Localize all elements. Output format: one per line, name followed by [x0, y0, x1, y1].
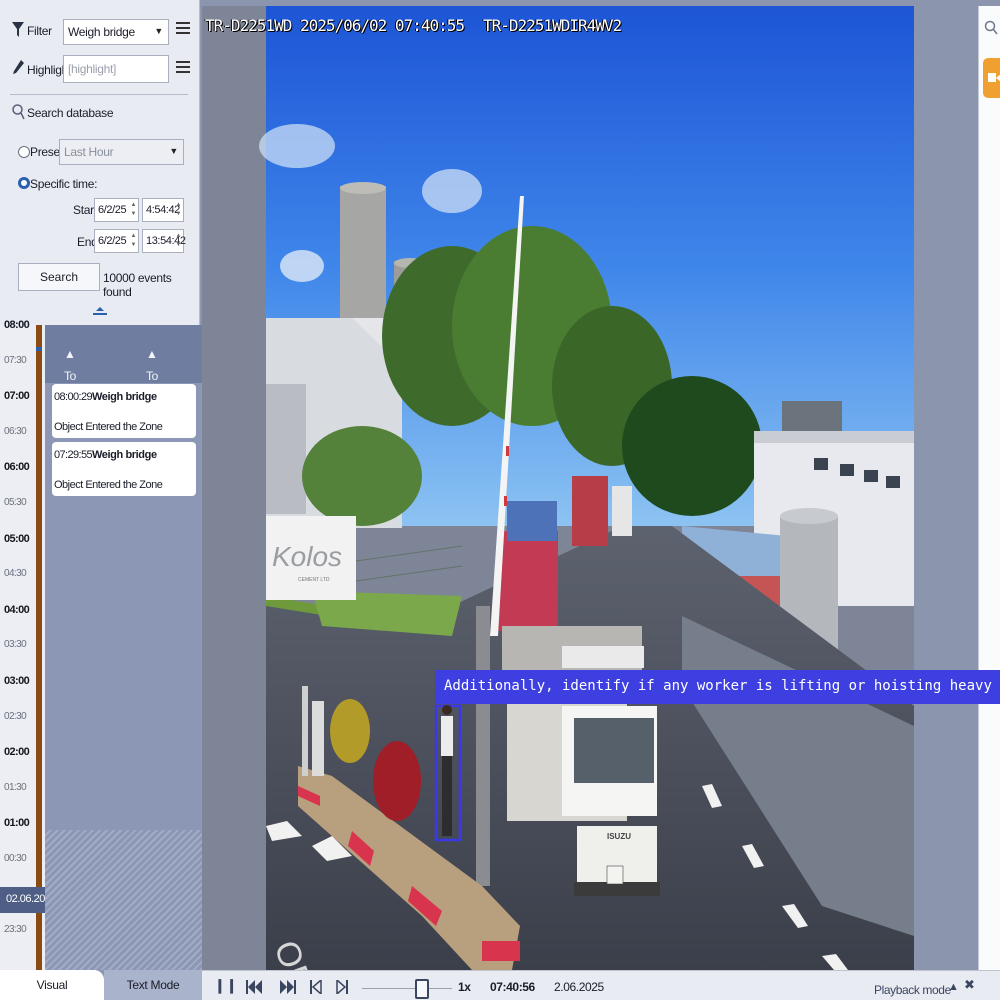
search-icon[interactable] — [984, 20, 998, 36]
highlight-input[interactable]: [highlight] — [63, 55, 169, 83]
pause-icon[interactable]: ❙❙ — [214, 977, 237, 994]
events-header: To archive ▲ To now ▲ — [45, 325, 202, 397]
timeline-marker — [36, 347, 42, 351]
mode-tabs: Visual Text Mode — [0, 970, 202, 1000]
filter-label: Filter — [27, 24, 52, 38]
event-description: Object Entered the Zone — [54, 479, 163, 491]
step-back-icon[interactable] — [310, 980, 322, 994]
end-date-value: 6/2/25 — [98, 235, 127, 247]
osd-camera-id: TR-D2251WDIR4WV2 — [483, 16, 622, 35]
prompt-banner: Additionally, identify if any worker is … — [435, 670, 1000, 704]
camera-frame: Kolos CEMENT LTD ISUZU OP — [202, 6, 914, 970]
seek-track[interactable] — [362, 988, 452, 989]
tab-text-mode[interactable]: Text Mode — [104, 970, 202, 1000]
timeline-tick: 05:30 — [4, 497, 27, 508]
camera-icon[interactable] — [983, 58, 1000, 98]
specific-time-radio[interactable] — [18, 177, 30, 189]
timeline-tick: 07:30 — [4, 354, 27, 366]
timeline-date-label: 02.06.2025 — [0, 887, 57, 913]
preset-radio[interactable] — [18, 146, 30, 158]
spinner-icon[interactable]: ▲ ▼ — [130, 201, 136, 219]
pen-icon — [13, 60, 24, 74]
start-time-input[interactable]: 4:54:42 ▲ ▼ — [142, 198, 184, 222]
collapse-icon[interactable] — [92, 305, 108, 317]
preset-select[interactable]: Last Hour ▼ — [59, 139, 184, 165]
filter-value: Weigh bridge — [68, 25, 135, 39]
end-time-input[interactable]: 13:54:42 ▲ ▼ — [142, 229, 186, 253]
step-forward-icon[interactable] — [336, 980, 348, 994]
playback-date: 2.06.2025 — [554, 980, 604, 994]
right-panel — [978, 6, 1000, 970]
filter-select[interactable]: Weigh bridge ▼ — [63, 19, 169, 45]
close-icon[interactable]: ✖ — [964, 977, 975, 993]
event-description: Object Entered the Zone — [54, 421, 163, 433]
seek-handle[interactable] — [415, 979, 429, 999]
list-icon[interactable] — [176, 61, 190, 79]
event-zone: Weigh bridge — [92, 449, 157, 461]
timeline-tick: 03:00 — [4, 675, 30, 687]
hatched-area — [45, 830, 202, 970]
search-database-label: Search database — [27, 106, 114, 120]
event-card[interactable]: 07:29:55 Weigh bridge Object Entered the… — [52, 442, 196, 496]
skip-end-icon[interactable] — [280, 980, 296, 994]
event-time: 08:00:29 — [54, 391, 93, 403]
timeline-tick: 04:00 — [4, 603, 30, 616]
playback-time: 07:40:56 — [490, 980, 535, 994]
search-panel: Filter Weigh bridge ▼ Highlight [highlig… — [0, 0, 200, 325]
timeline-tick: 04:30 — [4, 568, 27, 580]
search-button[interactable]: Search — [18, 263, 100, 291]
timeline-tick: 01:30 — [4, 781, 27, 793]
chevron-up-icon[interactable]: ▲ — [948, 981, 959, 993]
spinner-icon[interactable]: ▲ ▼ — [175, 232, 181, 250]
osd-timestamp: TR-D2251WD 2025/06/02 07:40:55 — [205, 16, 465, 35]
timeline-tick: 06:00 — [4, 461, 30, 474]
end-date-input[interactable]: 6/2/25 ▲ ▼ — [94, 229, 139, 253]
specific-time-label: Specific time: — [30, 177, 98, 191]
timeline-tick: 07:00 — [4, 390, 30, 403]
start-date-value: 6/2/25 — [98, 204, 127, 216]
video-viewport[interactable]: Kolos CEMENT LTD ISUZU OP TR-D2251WD 202… — [202, 6, 914, 970]
chevron-down-icon: ▼ — [169, 146, 178, 156]
highlight-placeholder: [highlight] — [68, 62, 117, 76]
event-time: 07:29:55 — [54, 449, 93, 461]
kolos-sign-subtitle: CEMENT LTD — [298, 577, 330, 583]
playback-mode-label[interactable]: Playback mode — [874, 983, 951, 997]
truck-brand: ISUZU — [607, 832, 631, 841]
timeline-tick: 02:30 — [4, 710, 27, 722]
to-archive-button[interactable]: To archive ▲ — [64, 347, 100, 397]
timeline-bar — [36, 325, 42, 970]
timeline-tick: 02:00 — [4, 746, 30, 759]
timeline-tick: 23:30 — [4, 924, 27, 936]
skip-start-icon[interactable] — [246, 980, 262, 994]
right-gutter — [914, 6, 978, 970]
event-card[interactable]: 08:00:29 Weigh bridge Object Entered the… — [52, 384, 196, 438]
list-icon[interactable] — [176, 22, 190, 40]
search-icon — [12, 104, 25, 120]
event-zone: Weigh bridge — [92, 391, 157, 403]
chevron-down-icon: ▼ — [154, 26, 163, 36]
timeline-tick: 08:00 — [4, 319, 30, 331]
playback-bar: ❙❙ 1x 07:40:56 2.06.2025 Playback mode ▲… — [202, 970, 1000, 1000]
spinner-icon[interactable]: ▲ ▼ — [130, 232, 136, 250]
timeline-scale[interactable]: 08:00 07:30 07:00 06:30 06:00 05:30 05:00 04:30… — [0, 319, 57, 970]
tab-visual[interactable]: Visual — [0, 970, 104, 1000]
timeline-tick: 03:30 — [4, 639, 27, 651]
start-date-input[interactable]: 6/2/25 ▲ ▼ — [94, 198, 139, 222]
filter-icon — [12, 22, 24, 37]
timeline-tick: 01:00 — [4, 817, 30, 830]
preset-value: Last Hour — [64, 145, 114, 159]
events-panel: To archive ▲ To now ▲ 08:00:29 Weigh bri… — [45, 325, 202, 970]
playback-speed[interactable]: 1x — [458, 980, 471, 994]
kolos-sign: Kolos — [272, 541, 342, 572]
divider — [10, 94, 188, 95]
events-found-count: 10000 events found — [103, 271, 172, 299]
timeline-tick: 06:30 — [4, 425, 27, 437]
timeline-tick: 00:30 — [4, 853, 27, 864]
to-now-button[interactable]: To now ▲ — [146, 347, 167, 397]
spinner-icon[interactable]: ▲ ▼ — [175, 201, 181, 219]
timeline-tick: 05:00 — [4, 532, 30, 545]
